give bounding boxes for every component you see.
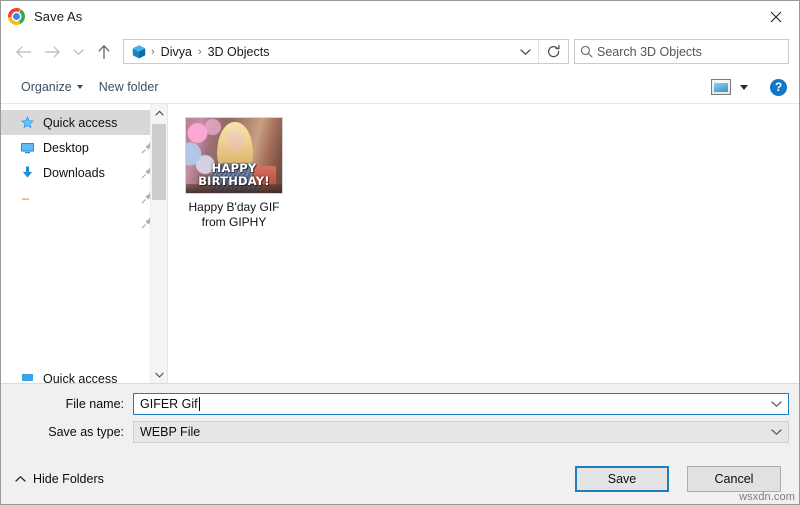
save-as-type-value: WEBP File bbox=[140, 425, 201, 439]
sidebar-item-desktop[interactable]: Desktop bbox=[1, 135, 167, 160]
watermark: wsxdn.com bbox=[739, 491, 795, 503]
chevron-down-icon bbox=[519, 48, 531, 55]
save-as-type-select[interactable]: WEBP File bbox=[133, 421, 789, 443]
chrome-icon bbox=[8, 8, 25, 25]
computer-icon bbox=[19, 372, 36, 383]
breadcrumb-item-3d-objects[interactable]: 3D Objects bbox=[203, 45, 275, 59]
chevron-down-icon bbox=[154, 372, 164, 378]
sidebar-item-label: Desktop bbox=[43, 140, 89, 155]
arrow-up-icon bbox=[97, 44, 110, 59]
3d-objects-icon bbox=[131, 44, 147, 60]
close-icon bbox=[770, 11, 782, 22]
thumbnail-caption: HAPPY BIRTHDAY! bbox=[186, 162, 282, 187]
arrow-left-icon bbox=[16, 45, 32, 58]
cancel-button[interactable]: Cancel bbox=[687, 465, 781, 492]
organize-button[interactable]: Organize bbox=[13, 77, 91, 97]
breadcrumb-item-divya[interactable]: Divya bbox=[156, 45, 197, 59]
sidebar-item-label: Quick access bbox=[43, 372, 118, 383]
close-button[interactable] bbox=[753, 1, 799, 32]
search-icon bbox=[575, 45, 597, 58]
search-box[interactable]: Search 3D Objects bbox=[574, 39, 789, 64]
search-input[interactable]: Search 3D Objects bbox=[597, 45, 702, 59]
scrollbar-thumb[interactable] bbox=[152, 124, 166, 200]
file-thumbnail: HAPPY BIRTHDAY! bbox=[186, 118, 282, 193]
address-dropdown-button[interactable] bbox=[512, 40, 538, 63]
dialog-footer: Hide Folders Save Cancel wsxdn.com bbox=[1, 453, 799, 504]
save-as-dialog: Save As › Divya › 3D Objects Search 3D O… bbox=[0, 0, 800, 505]
file-list[interactable]: HAPPY BIRTHDAY! Happy B'day GIF from GIP… bbox=[168, 104, 799, 383]
scroll-up-button[interactable] bbox=[151, 104, 167, 121]
dialog-body: Quick access Desktop Downloads Quick acc… bbox=[1, 104, 799, 383]
file-name-dropdown-button[interactable] bbox=[764, 394, 788, 414]
chevron-up-icon bbox=[15, 475, 26, 482]
new-folder-button[interactable]: New folder bbox=[91, 77, 167, 97]
download-icon bbox=[19, 164, 36, 181]
star-icon bbox=[19, 114, 36, 131]
save-as-type-label: Save as type: bbox=[48, 425, 124, 439]
sidebar-scrollbar[interactable] bbox=[150, 104, 167, 383]
chevron-down-icon bbox=[770, 429, 782, 435]
text-cursor bbox=[198, 397, 200, 411]
file-name-input[interactable]: GIFER Gif bbox=[133, 393, 789, 415]
file-name-label: Happy B'day GIF from GIPHY bbox=[188, 200, 280, 229]
recent-locations-button[interactable] bbox=[67, 39, 89, 65]
navigation-bar: › Divya › 3D Objects Search 3D Objects bbox=[1, 32, 799, 71]
view-options-caret-down-icon[interactable] bbox=[740, 84, 748, 90]
desktop-icon bbox=[19, 139, 36, 156]
save-button[interactable]: Save bbox=[575, 465, 669, 492]
command-toolbar: Organize New folder ? bbox=[1, 71, 799, 104]
refresh-button[interactable] bbox=[538, 40, 568, 63]
arrow-right-icon bbox=[44, 45, 60, 58]
new-folder-label: New folder bbox=[98, 80, 159, 94]
caption-line-1: HAPPY bbox=[211, 161, 257, 175]
chevron-down-icon bbox=[72, 48, 84, 55]
caption-line-2: BIRTHDAY! bbox=[198, 173, 270, 188]
save-as-type-row: Save as type: WEBP File bbox=[11, 421, 789, 443]
help-icon[interactable]: ? bbox=[770, 78, 787, 96]
forward-button[interactable] bbox=[38, 39, 67, 65]
up-button[interactable] bbox=[89, 39, 118, 65]
refresh-icon bbox=[547, 44, 560, 57]
save-as-type-dropdown-button[interactable] bbox=[764, 422, 788, 442]
navigation-pane: Quick access Desktop Downloads Quick acc… bbox=[1, 104, 168, 383]
sidebar-item-label: Quick access bbox=[43, 115, 118, 130]
file-name-label: File name: bbox=[65, 397, 124, 411]
chevron-down-icon bbox=[770, 401, 782, 407]
window-title: Save As bbox=[34, 9, 83, 24]
organize-label: Organize bbox=[21, 80, 72, 94]
folder-icon bbox=[19, 189, 36, 206]
save-form: File name: GIFER Gif Save as type: WEBP … bbox=[1, 383, 799, 453]
file-item[interactable]: HAPPY BIRTHDAY! Happy B'day GIF from GIP… bbox=[182, 114, 286, 234]
sidebar-item-label: Downloads bbox=[43, 165, 105, 180]
file-name-row: File name: GIFER Gif bbox=[11, 393, 789, 415]
hide-folders-button[interactable]: Hide Folders bbox=[15, 472, 104, 486]
sidebar-item-quick-access[interactable]: Quick access bbox=[1, 110, 167, 135]
folder-icon bbox=[19, 214, 36, 231]
sidebar-item-clipped[interactable]: Quick access bbox=[19, 372, 117, 383]
sidebar-item-partial-1[interactable] bbox=[1, 185, 167, 210]
caret-down-icon bbox=[76, 85, 83, 89]
sidebar-item-downloads[interactable]: Downloads bbox=[1, 160, 167, 185]
chevron-up-icon bbox=[154, 110, 164, 116]
scroll-down-button[interactable] bbox=[151, 366, 167, 383]
title-bar: Save As bbox=[1, 1, 799, 32]
file-name-value: GIFER Gif bbox=[140, 397, 198, 411]
back-button[interactable] bbox=[9, 39, 38, 65]
view-layout-icon[interactable] bbox=[711, 79, 731, 95]
sidebar-item-partial-2[interactable] bbox=[1, 210, 167, 235]
address-bar[interactable]: › Divya › 3D Objects bbox=[123, 39, 569, 64]
hide-folders-label: Hide Folders bbox=[33, 471, 104, 486]
